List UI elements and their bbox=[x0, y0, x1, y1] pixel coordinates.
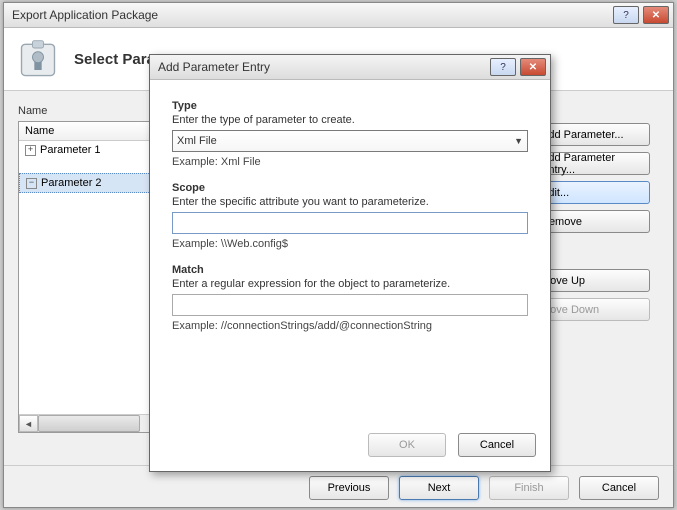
cancel-button[interactable]: Cancel bbox=[579, 476, 659, 500]
package-icon bbox=[16, 37, 60, 81]
type-section-title: Type bbox=[172, 100, 528, 112]
scope-section-title: Scope bbox=[172, 182, 528, 194]
parameter-label: Parameter 2 bbox=[41, 177, 102, 189]
match-example: Example: //connectionStrings/add/@connec… bbox=[172, 320, 528, 332]
modal-body: Type Enter the type of parameter to crea… bbox=[150, 80, 550, 423]
next-button[interactable]: Next bbox=[399, 476, 479, 500]
main-titlebar: Export Application Package ? ✕ bbox=[4, 3, 673, 28]
type-example: Example: Xml File bbox=[172, 156, 528, 168]
scope-section-desc: Enter the specific attribute you want to… bbox=[172, 196, 528, 208]
scope-example: Example: \\Web.config$ bbox=[172, 238, 528, 250]
ok-button[interactable]: OK bbox=[368, 433, 446, 457]
match-input[interactable] bbox=[172, 294, 528, 316]
expand-toggle-icon[interactable]: + bbox=[25, 145, 36, 156]
chevron-down-icon: ▼ bbox=[514, 136, 523, 146]
main-close-button[interactable]: ✕ bbox=[643, 6, 669, 24]
parameter-label: Parameter 1 bbox=[40, 144, 101, 156]
type-section-desc: Enter the type of parameter to create. bbox=[172, 114, 528, 126]
modal-close-button[interactable]: ✕ bbox=[520, 58, 546, 76]
scope-input[interactable] bbox=[172, 212, 528, 234]
scroll-thumb[interactable] bbox=[38, 415, 140, 432]
modal-title: Add Parameter Entry bbox=[158, 60, 490, 74]
modal-titlebar: Add Parameter Entry ? ✕ bbox=[150, 55, 550, 80]
match-section-title: Match bbox=[172, 264, 528, 276]
collapse-toggle-icon[interactable]: − bbox=[26, 178, 37, 189]
finish-button[interactable]: Finish bbox=[489, 476, 569, 500]
main-window-title: Export Application Package bbox=[12, 8, 613, 22]
main-help-button[interactable]: ? bbox=[613, 6, 639, 24]
scroll-left-icon[interactable]: ◄ bbox=[19, 415, 38, 432]
modal-help-button[interactable]: ? bbox=[490, 58, 516, 76]
add-parameter-entry-dialog: Add Parameter Entry ? ✕ Type Enter the t… bbox=[149, 54, 551, 472]
modal-footer: OK Cancel bbox=[150, 423, 550, 471]
match-section-desc: Enter a regular expression for the objec… bbox=[172, 278, 528, 290]
previous-button[interactable]: Previous bbox=[309, 476, 389, 500]
type-dropdown[interactable]: Xml File ▼ bbox=[172, 130, 528, 152]
modal-cancel-button[interactable]: Cancel bbox=[458, 433, 536, 457]
type-dropdown-value: Xml File bbox=[177, 135, 217, 147]
